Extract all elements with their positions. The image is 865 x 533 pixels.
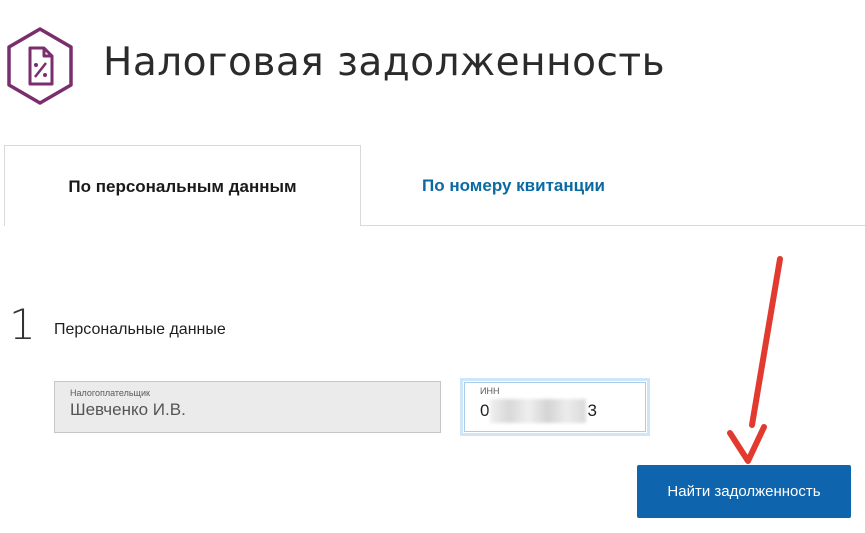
page-title: Налоговая задолженность: [103, 40, 666, 85]
payer-field: Налогоплательщик Шевченко И.В.: [54, 381, 441, 433]
inn-field[interactable]: ИНН 0 3: [460, 378, 650, 436]
inn-blurred-digits: [490, 399, 587, 423]
tab-divider: [360, 225, 865, 226]
step-number: 1: [9, 300, 36, 349]
tab-personal-data[interactable]: По персональным данным: [4, 145, 361, 226]
percent-document-icon: [7, 27, 73, 105]
find-debt-button[interactable]: Найти задолженность: [637, 465, 851, 518]
payer-field-label: Налогоплательщик: [70, 388, 150, 398]
payer-field-value: Шевченко И.В.: [70, 400, 186, 419]
inn-value-prefix: 0: [480, 401, 490, 420]
inn-value-suffix: 3: [587, 401, 597, 420]
red-arrow-icon: [727, 256, 783, 464]
page: Налоговая задолженность По персональным …: [0, 0, 865, 533]
step-title: Персональные данные: [54, 321, 226, 338]
inn-field-label: ИНН: [480, 386, 500, 396]
tab-personal-data-label: По персональным данным: [68, 177, 297, 196]
tab-bar: По персональным данным По номеру квитанц…: [0, 145, 865, 226]
tab-receipt-number-label: По номеру квитанции: [422, 176, 605, 195]
tab-receipt-number[interactable]: По номеру квитанции: [361, 145, 666, 225]
inn-field-value[interactable]: 0 3: [480, 399, 597, 423]
